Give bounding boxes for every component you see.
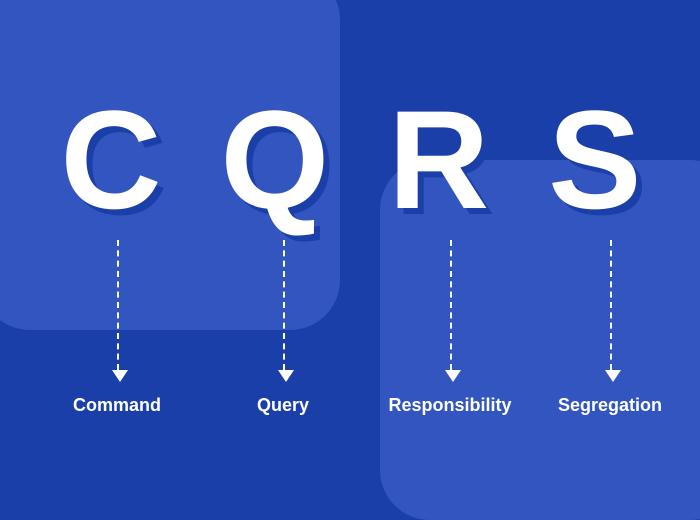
- arrowhead-icon: [278, 370, 294, 382]
- connector-lines: [0, 240, 700, 400]
- connector-line-r: [450, 240, 452, 370]
- letter-r: R: [388, 90, 487, 230]
- letter-q: Q: [220, 90, 327, 230]
- acronym-letters: C Q R S: [0, 90, 700, 230]
- connector-line-c: [117, 240, 119, 370]
- connector-line-s: [610, 240, 612, 370]
- letter-s: S: [548, 90, 639, 230]
- label-segregation: Segregation: [558, 395, 662, 416]
- arrowhead-icon: [112, 370, 128, 382]
- label-command: Command: [73, 395, 161, 416]
- diagram-content: C Q R S Command Query Responsibility Seg…: [0, 0, 700, 503]
- connector-line-q: [283, 240, 285, 370]
- letter-c: C: [60, 90, 159, 230]
- arrowhead-icon: [605, 370, 621, 382]
- arrowhead-icon: [445, 370, 461, 382]
- expansion-labels: Command Query Responsibility Segregation: [0, 395, 700, 425]
- label-query: Query: [257, 395, 309, 416]
- label-responsibility: Responsibility: [388, 395, 511, 416]
